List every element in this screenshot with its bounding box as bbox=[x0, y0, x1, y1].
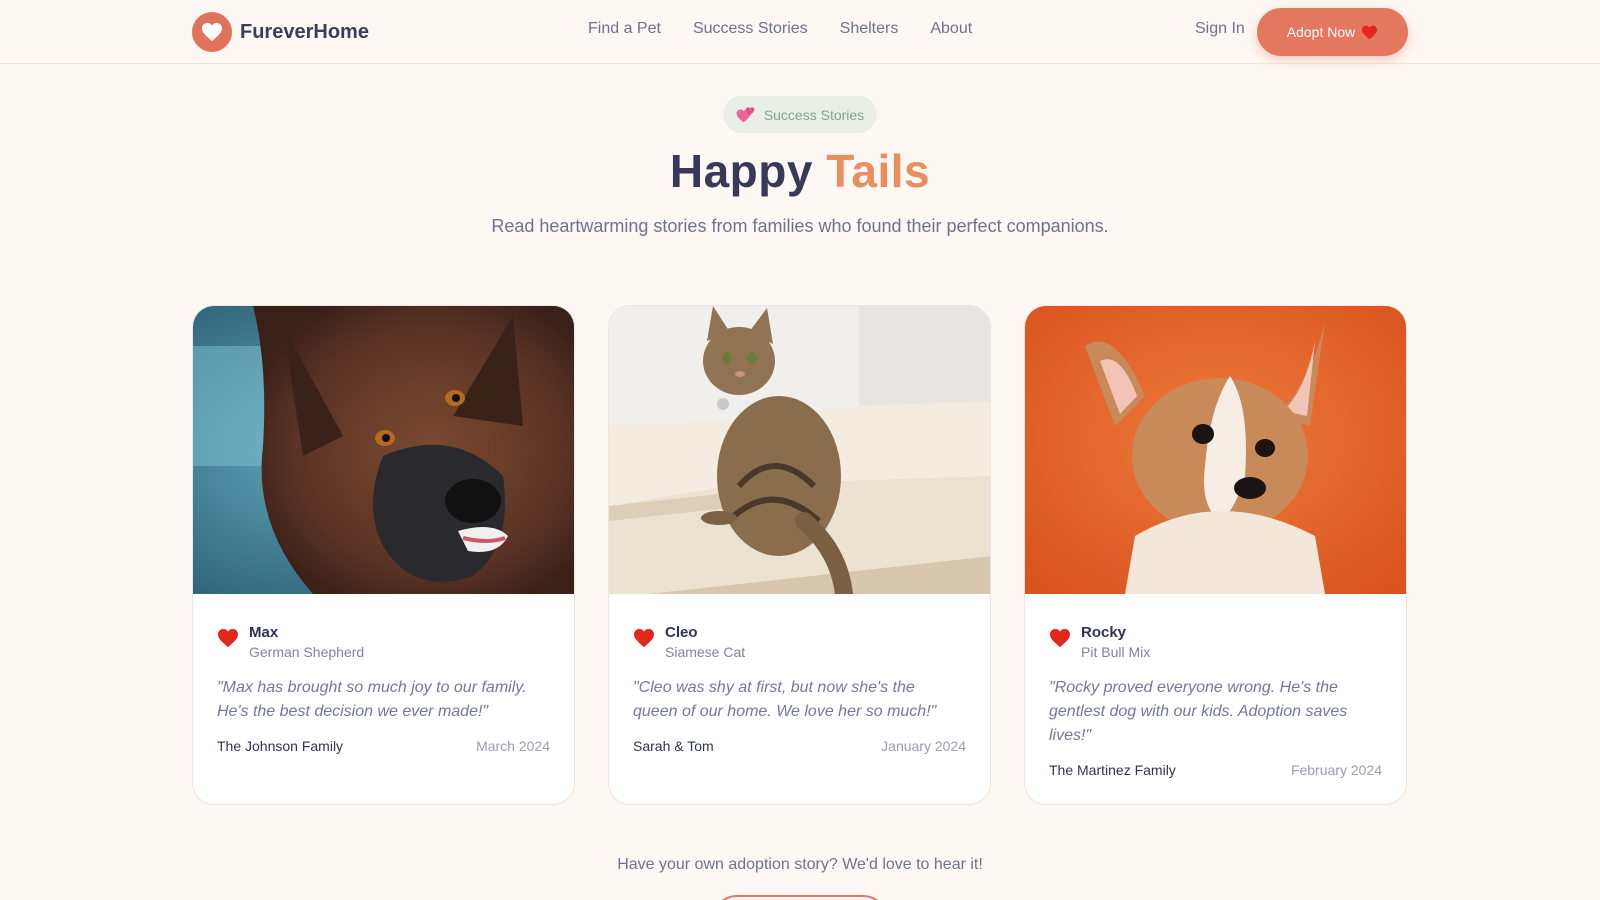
story-card-max[interactable]: Max German Shepherd "Max has brought so … bbox=[192, 305, 575, 805]
pet-name: Rocky bbox=[1081, 624, 1127, 641]
pet-info: Cleo Siamese Cat bbox=[633, 624, 745, 660]
pet-breed: German Shepherd bbox=[249, 644, 365, 660]
adoption-date: March 2024 bbox=[476, 738, 550, 754]
sign-in-link[interactable]: Sign In bbox=[1195, 20, 1245, 38]
title-part-tails: Tails bbox=[826, 145, 931, 197]
nav-link-about[interactable]: About bbox=[930, 20, 972, 38]
story-card-rocky[interactable]: Rocky Pit Bull Mix "Rocky proved everyon… bbox=[1024, 305, 1407, 805]
corgi-puppy-photo bbox=[1025, 306, 1406, 594]
share-story-button[interactable] bbox=[713, 895, 887, 900]
tabby-cat-photo bbox=[609, 306, 990, 594]
page-subtitle: Read heartwarming stories from families … bbox=[491, 216, 1109, 236]
nav-link-success-stories[interactable]: Success Stories bbox=[693, 20, 808, 38]
story-card-cleo[interactable]: Cleo Siamese Cat "Cleo was shy at first,… bbox=[608, 305, 991, 805]
two-hearts-icon bbox=[736, 106, 755, 122]
german-shepherd-photo bbox=[193, 306, 574, 594]
badge-label: Success Stories bbox=[763, 106, 865, 123]
heart-icon bbox=[634, 628, 654, 648]
adoption-date: January 2024 bbox=[881, 738, 966, 754]
success-stories-badge: Success Stories bbox=[723, 96, 877, 133]
adopt-now-label: Adopt Now bbox=[1286, 24, 1356, 40]
pet-info: Rocky Pit Bull Mix bbox=[1049, 624, 1150, 660]
heart-icon bbox=[1050, 628, 1070, 648]
heart-logo-icon bbox=[192, 12, 232, 52]
adoption-date: February 2024 bbox=[1290, 762, 1382, 778]
title-part-happy: Happy bbox=[669, 145, 813, 197]
pet-name: Cleo bbox=[665, 624, 698, 641]
pet-breed: Pit Bull Mix bbox=[1081, 644, 1151, 660]
top-navbar: FureverHome Find a Pet Success Stories S… bbox=[0, 0, 1600, 64]
brand-name: FureverHome bbox=[240, 20, 369, 43]
adopt-now-button[interactable]: Adopt Now bbox=[1257, 8, 1408, 56]
heart-icon bbox=[1362, 25, 1378, 39]
pet-info: Max German Shepherd bbox=[217, 624, 364, 660]
pet-name: Max bbox=[249, 624, 279, 641]
page-title: Happy Tails bbox=[0, 144, 1600, 198]
adopter-family: The Johnson Family bbox=[217, 738, 344, 754]
nav-link-shelters[interactable]: Shelters bbox=[840, 20, 899, 38]
pet-breed: Siamese Cat bbox=[665, 644, 746, 660]
brand-logo[interactable]: FureverHome bbox=[192, 12, 369, 52]
nav-link-find-a-pet[interactable]: Find a Pet bbox=[588, 20, 661, 38]
story-quote: "Rocky proved everyone wrong. He's the g… bbox=[1049, 679, 1348, 744]
share-story-prompt: Have your own adoption story? We'd love … bbox=[617, 856, 983, 873]
adopter-family: Sarah & Tom bbox=[633, 738, 714, 754]
main-nav: Find a Pet Success Stories Shelters Abou… bbox=[588, 20, 972, 38]
adopter-family: The Martinez Family bbox=[1049, 762, 1176, 778]
story-quote: "Max has brought so much joy to our fami… bbox=[217, 679, 527, 720]
heart-icon bbox=[218, 628, 238, 648]
story-quote: "Cleo was shy at first, but now she's th… bbox=[633, 679, 937, 720]
